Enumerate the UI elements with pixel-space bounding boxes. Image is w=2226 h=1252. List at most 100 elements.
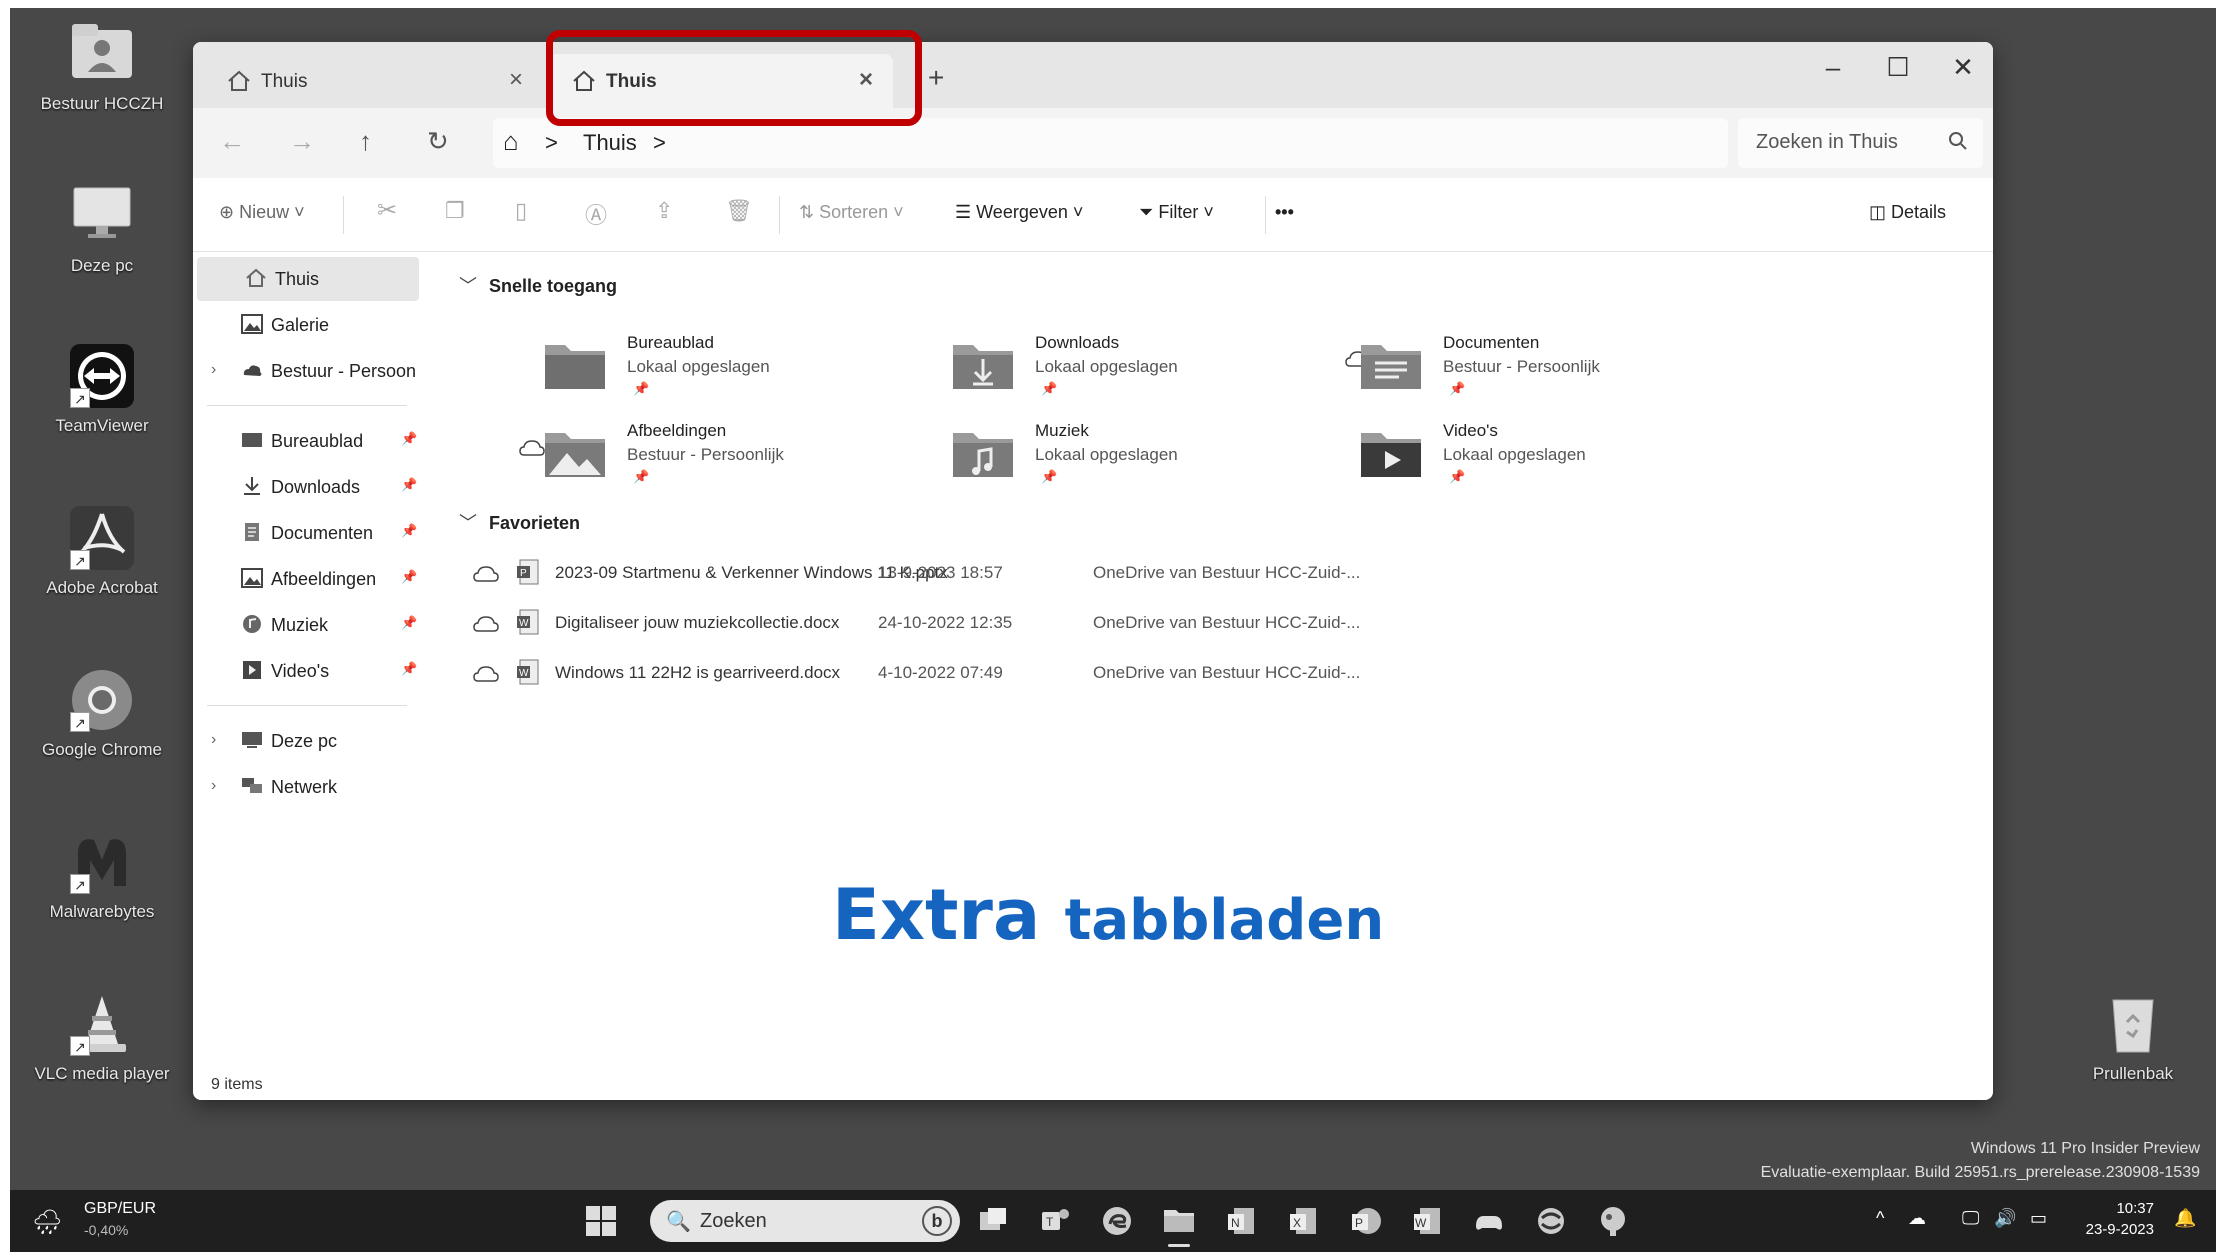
sidebar-item-muziek[interactable]: Muziek 📌: [193, 603, 423, 647]
battery-icon[interactable]: ▭: [2030, 1208, 2047, 1229]
file-row[interactable]: W Digitaliseer jouw muziekcollectie.docx…: [473, 603, 1673, 643]
file-location: OneDrive van Bestuur HCC-Zuid-...: [1093, 563, 1361, 582]
app-globe-icon[interactable]: [1596, 1204, 1630, 1238]
sidebar-item-downloads[interactable]: Downloads 📌: [193, 465, 423, 509]
folder-icon: [545, 345, 605, 389]
item-location: Lokaal opgeslagen: [1035, 357, 1178, 376]
section-header-favorites[interactable]: ﹀ Favorieten: [459, 509, 580, 535]
sidebar-item-videos[interactable]: Video's 📌: [193, 649, 423, 693]
taskbar-search[interactable]: 🔍 Zoeken b: [650, 1200, 960, 1242]
task-view-icon[interactable]: [976, 1204, 1010, 1238]
back-button[interactable]: ←: [219, 126, 245, 157]
home-icon: [228, 70, 250, 91]
forward-button[interactable]: →: [289, 126, 315, 157]
onenote-icon[interactable]: N: [1224, 1204, 1258, 1238]
chevron-up-icon[interactable]: ^: [1876, 1208, 1884, 1229]
details-button[interactable]: ◫ Details: [1869, 202, 1946, 223]
desktop-icon-bestuur[interactable]: Bestuur HCCZH: [27, 22, 177, 114]
quick-access-item-videos[interactable]: Video's Lokaal opgeslagen 📌: [1359, 421, 1659, 501]
sidebar-item-bureaublad[interactable]: Bureaublad 📌: [193, 419, 423, 463]
share-icon[interactable]: ⇪: [655, 198, 673, 224]
maximize-button[interactable]: ☐: [1868, 52, 1928, 83]
new-button[interactable]: ⊕ Nieuw ˅: [219, 202, 305, 223]
shortcut-arrow-icon: ↗: [70, 712, 90, 732]
powerpoint-icon[interactable]: P: [1348, 1204, 1382, 1238]
onedrive-tray-icon[interactable]: ☁: [1908, 1208, 1926, 1229]
new-tab-button[interactable]: +: [928, 62, 944, 94]
tab-thuis-1[interactable]: Thuis ×: [203, 54, 543, 108]
sidebar-item-afbeeldingen[interactable]: Afbeeldingen 📌: [193, 557, 423, 601]
sidebar-item-label: Deze pc: [271, 731, 338, 751]
more-options-button[interactable]: •••: [1275, 202, 1294, 223]
desktop-icon-malwarebytes[interactable]: ↗ Malwarebytes: [27, 830, 177, 922]
network-tray-icon[interactable]: 🖵: [1962, 1208, 1979, 1229]
edge-icon[interactable]: [1100, 1204, 1134, 1238]
copy-icon[interactable]: ❐: [445, 198, 465, 224]
view-button[interactable]: ☰ Weergeven ˅: [955, 202, 1083, 223]
controller-icon[interactable]: [1472, 1204, 1506, 1238]
sidebar-item-thuis[interactable]: Thuis: [197, 257, 419, 301]
svg-text:X: X: [1293, 1216, 1301, 1230]
chevron-right-icon[interactable]: ›: [211, 361, 216, 379]
sort-icon: ⇅: [799, 202, 820, 222]
pin-icon: 📌: [633, 469, 650, 484]
paste-icon[interactable]: ▯: [515, 198, 527, 224]
search-box[interactable]: Zoeken in Thuis: [1738, 118, 1983, 168]
sidebar-item-netwerk[interactable]: › Netwerk: [193, 765, 423, 809]
sidebar-item-documenten[interactable]: Documenten 📌: [193, 511, 423, 555]
item-name: Afbeeldingen: [627, 421, 727, 440]
file-row[interactable]: W Windows 11 22H2 is gearriveerd.docx 4-…: [473, 653, 1673, 693]
desktop-icon-deze-pc[interactable]: Deze pc: [27, 184, 177, 276]
filter-button[interactable]: ⏷ Filter ˅: [1139, 202, 1214, 223]
chevron-right-icon[interactable]: ›: [211, 731, 216, 749]
breadcrumb-separator[interactable]: >: [653, 130, 666, 156]
sidebar-item-label: Documenten: [271, 523, 374, 543]
breadcrumb-home-icon[interactable]: ⌂: [503, 126, 519, 157]
desktop-icon-prullenbak[interactable]: Prullenbak: [2058, 992, 2208, 1084]
quick-access-item-bureaublad[interactable]: Bureaublad Lokaal opgeslagen 📌: [543, 333, 843, 413]
bing-icon[interactable]: b: [922, 1206, 952, 1236]
sort-button[interactable]: ⇅ Sorteren ˅: [799, 202, 904, 223]
file-row[interactable]: P 2023-09 Startmenu & Verkenner Windows …: [473, 553, 1673, 593]
desktop-icon-chrome[interactable]: ↗ Google Chrome: [27, 668, 177, 760]
teams-icon[interactable]: T: [1038, 1204, 1072, 1238]
start-button[interactable]: [584, 1204, 618, 1238]
item-location: Bestuur - Persoonlijk: [627, 445, 784, 464]
malwarebytes-icon: ↗: [70, 830, 134, 894]
desktop-icon-acrobat[interactable]: ↗ Adobe Acrobat: [27, 506, 177, 598]
chevron-right-icon[interactable]: ›: [211, 777, 216, 795]
item-location: Lokaal opgeslagen: [1035, 445, 1178, 464]
notification-bell-icon[interactable]: 🔔: [2174, 1208, 2196, 1229]
clock[interactable]: 10:37 23-9-2023: [2074, 1200, 2154, 1238]
quick-access-item-documenten[interactable]: Documenten Bestuur - Persoonlijk 📌: [1359, 333, 1659, 413]
monitor-icon: [70, 184, 134, 248]
close-tab-icon[interactable]: ×: [509, 66, 523, 94]
rename-icon[interactable]: Ⓐ: [585, 198, 607, 230]
close-window-button[interactable]: ✕: [1933, 52, 1993, 83]
quick-access-item-afbeeldingen[interactable]: Afbeeldingen Bestuur - Persoonlijk 📌: [543, 421, 843, 501]
desktop-icon-teamviewer[interactable]: ↗ TeamViewer: [27, 344, 177, 436]
desktop-icon-vlc[interactable]: ↗ VLC media player: [27, 992, 177, 1084]
app-swirl-icon[interactable]: [1534, 1204, 1568, 1238]
sidebar-item-galerie[interactable]: Galerie: [193, 303, 423, 347]
refresh-button[interactable]: ↻: [427, 126, 449, 157]
excel-icon[interactable]: X: [1286, 1204, 1320, 1238]
file-explorer-icon[interactable]: [1162, 1204, 1196, 1238]
active-app-indicator: [1168, 1244, 1190, 1247]
cut-icon[interactable]: ✂: [377, 196, 397, 225]
word-icon[interactable]: W: [1410, 1204, 1444, 1238]
minimize-button[interactable]: –: [1803, 52, 1863, 83]
sidebar-item-bestuur-persoonlijk[interactable]: › Bestuur - Persoonlijk: [193, 349, 423, 393]
breadcrumb-separator[interactable]: >: [545, 130, 558, 156]
quick-access-item-downloads[interactable]: Downloads Lokaal opgeslagen 📌: [951, 333, 1251, 413]
search-icon: 🔍: [666, 1211, 691, 1233]
breadcrumb-location[interactable]: Thuis: [583, 130, 637, 156]
pc-icon: [242, 732, 262, 748]
chrome-icon: ↗: [70, 668, 134, 732]
sidebar-item-deze-pc[interactable]: › Deze pc: [193, 719, 423, 763]
volume-icon[interactable]: 🔊: [1994, 1208, 2016, 1229]
section-header-quick-access[interactable]: ﹀ Snelle toegang: [459, 272, 617, 298]
up-button[interactable]: ↑: [359, 126, 372, 157]
delete-icon[interactable]: 🗑: [725, 198, 753, 224]
quick-access-item-muziek[interactable]: Muziek Lokaal opgeslagen 📌: [951, 421, 1251, 501]
